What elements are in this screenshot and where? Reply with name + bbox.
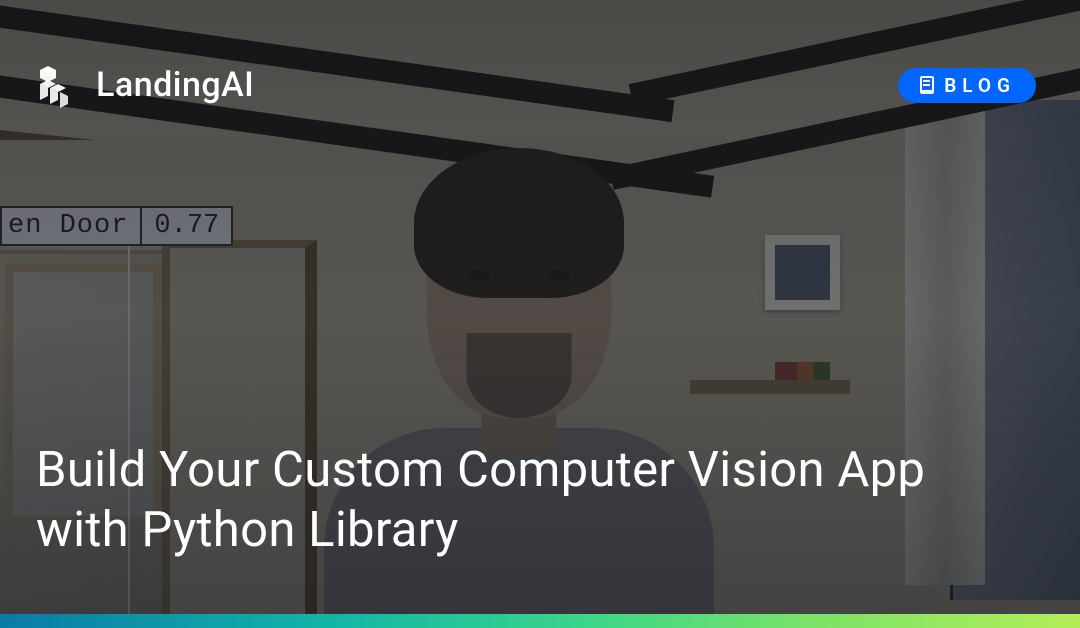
hero-banner: en Door 0.77 LandingAI BLO <box>0 0 1080 628</box>
page-title: Build Your Custom Computer Vision App wi… <box>36 440 1020 560</box>
blog-badge-label: BLOG <box>944 74 1016 97</box>
header: LandingAI BLOG <box>0 0 1080 108</box>
blog-badge[interactable]: BLOG <box>898 68 1036 103</box>
brand-logo[interactable]: LandingAI <box>36 62 254 108</box>
landingai-logo-icon <box>36 62 82 108</box>
book-icon <box>918 76 934 94</box>
gradient-accent-bar <box>0 614 1080 628</box>
brand-name: LandingAI <box>96 65 254 105</box>
